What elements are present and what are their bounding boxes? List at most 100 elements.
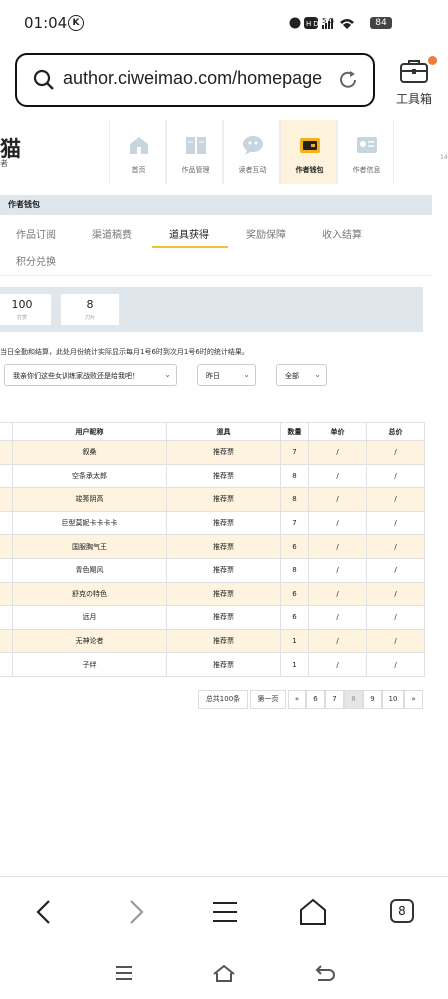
book-icon (186, 137, 206, 154)
tabs-count-button[interactable]: 8 (390, 899, 414, 923)
table-header (0, 422, 13, 441)
date-select[interactable]: 昨日 ⌄ (197, 364, 256, 386)
url-text[interactable]: author.ciweimao.com/homepage (63, 68, 322, 89)
table-cell: 6 (280, 581, 309, 607)
tab-points[interactable]: 积分兑换 (16, 253, 56, 268)
table-cell: / (308, 652, 367, 677)
alarm-icon: HD 5G (289, 17, 354, 29)
tab-channel-fees[interactable]: 渠道稿费 (92, 226, 132, 241)
table-cell: / (308, 463, 367, 489)
page-button[interactable]: 7 (325, 690, 344, 709)
table-cell: 7 (280, 510, 309, 536)
edge-number: 14 (440, 154, 448, 161)
battery-icon: 84 (370, 17, 392, 29)
nav-readers[interactable]: 读者互动 (223, 120, 280, 184)
home-icon[interactable] (298, 897, 328, 927)
table-row: 竣莠阴高 推荐票 8// (0, 487, 425, 512)
table-header: 数量 (280, 422, 309, 441)
tab-settlement[interactable]: 收入结算 (322, 226, 362, 241)
chevron-down-icon: ⌄ (164, 370, 171, 379)
nav-profile-label: 作者信息 (352, 166, 381, 174)
date-select-value: 昨日 (206, 372, 220, 380)
stat-blades-value: 8 (86, 298, 94, 311)
recents-icon[interactable] (112, 962, 136, 984)
table-cell (0, 487, 13, 512)
nav-profile[interactable]: 作者信息 (337, 120, 394, 184)
table-cell (0, 557, 13, 583)
tab-rewards[interactable]: 奖励保障 (246, 226, 286, 241)
type-select[interactable]: 全部 ⌄ (276, 364, 327, 386)
table-cell: 推荐票 (166, 557, 281, 583)
nav-works[interactable]: 作品管理 (166, 120, 223, 184)
address-bar[interactable]: author.ciweimao.com/homepage (15, 53, 375, 107)
stat-blades-unit: 刀片 (84, 315, 95, 321)
stat-tips-unit: 打赏 (16, 315, 27, 321)
table-cell: 推荐票 (166, 628, 281, 654)
svg-text:HD: HD (306, 20, 321, 28)
table-row: 巨型莫妮卡卡卡卡 推荐票 7// (0, 510, 425, 536)
toolbox-button[interactable]: 工具箱 (392, 56, 437, 108)
table-header: 道具 (166, 422, 281, 441)
table-cell: 8 (280, 463, 309, 489)
current-page-button[interactable]: 8 (344, 690, 363, 709)
table-cell (0, 628, 13, 654)
pagination-total: 总共100条 (198, 690, 248, 709)
search-icon (33, 69, 54, 90)
toolbox-icon (400, 60, 428, 83)
table-cell: 推荐票 (166, 510, 281, 536)
table-cell: 推荐票 (166, 463, 281, 489)
status-bar: 01:04 K HD 5G 84 (0, 0, 448, 44)
forward-icon[interactable] (120, 897, 150, 927)
next-page-button[interactable]: » (404, 690, 423, 709)
table-row: 空条承太郎 推荐票 8// (0, 463, 425, 489)
nav-home[interactable]: 首页 (109, 120, 166, 184)
table-cell (0, 510, 13, 536)
table-cell: 8 (280, 487, 309, 512)
page-button[interactable]: 10 (382, 690, 404, 709)
table-cell: 推荐票 (166, 534, 281, 559)
k-badge-icon: K (68, 15, 84, 31)
table-cell: 推荐票 (166, 487, 281, 512)
nav-works-label: 作品管理 (181, 166, 210, 174)
book-select-value: 我亲你们这些女训练家战败还是给我吧！ (13, 372, 139, 380)
status-time: 01:04 (24, 14, 68, 32)
table-cell: / (366, 605, 425, 630)
profile-card-icon (357, 137, 377, 153)
stat-tips-value: 100 (11, 298, 33, 311)
menu-icon[interactable] (210, 897, 240, 927)
table-cell: / (308, 557, 367, 583)
table-cell: / (366, 440, 425, 465)
table-cell: 子绊 (12, 652, 167, 677)
table-cell: 推荐票 (166, 440, 281, 465)
back-icon[interactable] (312, 962, 336, 984)
tab-subscriptions[interactable]: 作品订阅 (16, 226, 56, 241)
table-cell: / (308, 440, 367, 465)
table-cell: 推荐票 (166, 652, 281, 677)
book-select[interactable]: 我亲你们这些女训练家战败还是给我吧！ ⌄ (4, 364, 177, 386)
page-button[interactable]: 6 (306, 690, 325, 709)
table-cell (0, 440, 13, 465)
nav-wallet-label: 作者钱包 (295, 166, 324, 174)
table-cell: / (308, 581, 367, 607)
table-cell: / (366, 581, 425, 607)
back-icon[interactable] (30, 897, 60, 927)
table-cell: 推荐票 (166, 581, 281, 607)
nav-wallet[interactable]: 作者钱包 (280, 120, 337, 184)
page-button[interactable]: 9 (363, 690, 382, 709)
table-cell: 国服胸气王 (12, 534, 167, 559)
table-cell: 巨型莫妮卡卡卡卡 (12, 510, 167, 536)
table-cell: / (366, 534, 425, 559)
table-cell: 远月 (12, 605, 167, 630)
home-icon[interactable] (212, 962, 236, 984)
table-cell: / (366, 628, 425, 654)
browser-toolbar (0, 876, 448, 949)
tab-props[interactable]: 道具获得 (169, 226, 209, 241)
stats-note: 当日全勤和结算，此处月份统计实际显示每月1号6时到次月1号6时的统计结果。 (0, 348, 249, 356)
table-cell: 6 (280, 605, 309, 630)
prev-page-button[interactable]: « (288, 690, 306, 709)
stats-panel: 100 打赏 8 刀片 (0, 287, 423, 332)
stat-tips: 100 打赏 (0, 293, 52, 326)
reload-icon[interactable] (337, 69, 359, 91)
first-page-button[interactable]: 第一页 (250, 690, 286, 709)
table-cell: / (308, 487, 367, 512)
